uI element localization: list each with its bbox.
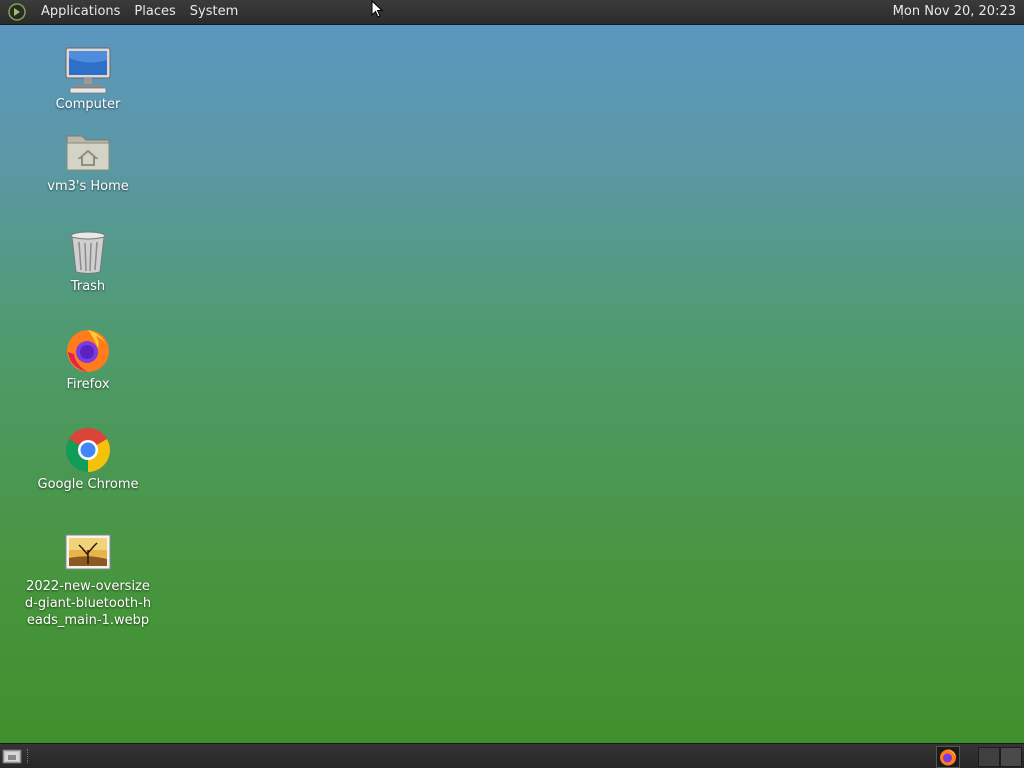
clock[interactable]: Mon Nov 20, 20:23 xyxy=(889,0,1020,24)
workspace-2[interactable] xyxy=(1000,747,1022,767)
menu-applications[interactable]: Applications xyxy=(34,0,127,24)
bottom-panel xyxy=(0,743,1024,768)
desktop-icon-label: Google Chrome xyxy=(37,477,139,492)
mate-logo-icon[interactable] xyxy=(8,3,26,21)
desktop-icon-label: Computer xyxy=(55,97,121,112)
image-file-icon xyxy=(65,534,111,570)
menu-system[interactable]: System xyxy=(183,0,245,24)
home-folder-icon xyxy=(66,135,110,171)
desktop-icon-label: Trash xyxy=(70,279,106,294)
desktop-icon-home[interactable]: vm3's Home xyxy=(18,128,158,195)
desktop-icon-firefox[interactable]: Firefox xyxy=(18,326,158,393)
mouse-cursor-icon xyxy=(371,0,383,18)
taskbar-firefox-button[interactable] xyxy=(936,746,960,768)
computer-icon xyxy=(65,47,111,94)
trash-icon xyxy=(70,231,106,274)
desktop-icon-chrome[interactable]: Google Chrome xyxy=(18,426,158,493)
chrome-icon xyxy=(66,428,110,472)
desktop-icon-computer[interactable]: Computer xyxy=(18,46,158,113)
desktop-icon-label: Firefox xyxy=(66,377,110,392)
menu-places[interactable]: Places xyxy=(127,0,182,24)
top-panel: Applications Places System Mon Nov 20, 2… xyxy=(0,0,1024,25)
desktop-icon-trash[interactable]: Trash xyxy=(18,228,158,295)
workspace-1[interactable] xyxy=(978,747,1000,767)
panel-grip[interactable] xyxy=(27,749,31,763)
firefox-icon xyxy=(67,330,109,372)
desktop-icon-label: vm3's Home xyxy=(47,179,129,194)
desktop-icon-label: 2022-new-oversized-giant-bluetooth-heads… xyxy=(24,579,152,628)
firefox-icon xyxy=(940,749,956,766)
show-desktop-icon[interactable] xyxy=(2,747,22,765)
desktop-icon-image-file[interactable]: 2022-new-oversized-giant-bluetooth-heads… xyxy=(18,528,158,629)
